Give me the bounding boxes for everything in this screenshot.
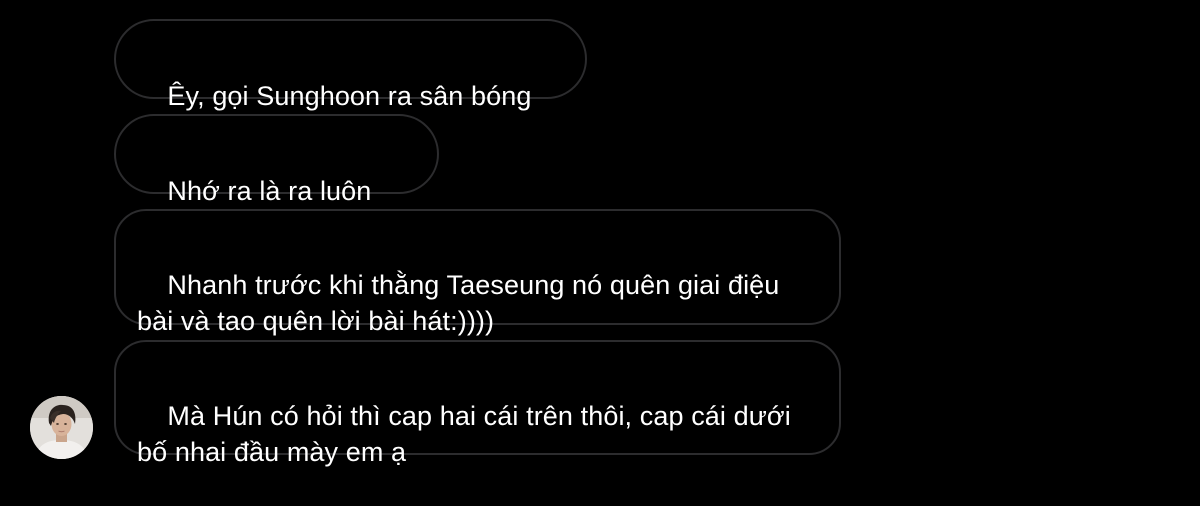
message-bubble[interactable]: Êy, gọi Sunghoon ra sân bóng đê (114, 19, 587, 147)
sender-avatar[interactable] (30, 396, 93, 459)
message-text: Mà Hún có hỏi thì cap hai cái trên thôi,… (137, 401, 791, 467)
message-bubble[interactable]: Nhớ ra là ra luôn nhá (114, 114, 439, 242)
message-thread: Êy, gọi Sunghoon ra sân bóng đê Nhớ ra l… (0, 0, 1200, 483)
person-photo-avatar-icon (30, 396, 93, 459)
message-bubble[interactable]: Mà Hún có hỏi thì cap hai cái trên thôi,… (114, 340, 841, 467)
message-text: Nhanh trước khi thằng Taeseung nó quên g… (137, 270, 780, 336)
message-bubble[interactable]: Nhanh trước khi thằng Taeseung nó quên g… (114, 209, 841, 336)
